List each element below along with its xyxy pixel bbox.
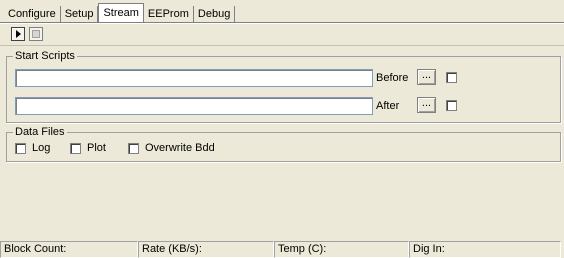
status-bar: Block Count: Rate (KB/s): Temp (C): Dig … [0,241,564,258]
stop-icon [32,30,40,38]
temp-status: Temp (C): [274,241,409,258]
overwrite-bdd-checkbox[interactable] [128,143,139,154]
after-checkbox[interactable] [446,100,457,111]
tab-debug[interactable]: Debug [194,6,236,22]
start-scripts-legend: Start Scripts [13,49,77,63]
data-files-group: Data Files Log Plot Overwrite Bdd [6,125,561,162]
block-count-status: Block Count: [0,241,138,258]
tab-setup[interactable]: Setup [61,6,99,22]
stop-stream-button[interactable] [29,27,43,41]
overwrite-bdd-label: Overwrite Bdd [145,142,215,154]
after-browse-button[interactable]: ... [417,97,436,113]
overwrite-bdd-option[interactable]: Overwrite Bdd [128,142,215,155]
plot-checkbox[interactable] [70,143,81,154]
before-browse-button[interactable]: ... [417,69,436,85]
tab-eeprom[interactable]: EEProm [144,6,194,22]
rate-status: Rate (KB/s): [138,241,274,258]
dig-in-status: Dig In: [409,241,561,258]
before-script-input[interactable] [15,69,373,87]
tab-configure[interactable]: Configure [4,6,61,22]
tab-stream[interactable]: Stream [98,3,144,22]
start-scripts-group: Start Scripts Before ... After ... [6,49,561,123]
tab-divider-highlight [0,23,564,24]
plot-option[interactable]: Plot [70,142,106,155]
after-script-input[interactable] [15,97,373,115]
before-checkbox[interactable] [446,72,457,83]
before-label: Before [376,72,409,84]
tab-bar: Configure Setup Stream EEProm Debug [4,3,236,22]
start-stream-button[interactable] [11,27,25,41]
play-icon [16,30,21,38]
log-checkbox[interactable] [15,143,26,154]
plot-label: Plot [87,142,106,154]
log-label: Log [32,142,51,154]
data-files-legend: Data Files [13,125,67,139]
log-option[interactable]: Log [15,142,50,155]
after-label: After [376,100,400,112]
toolbar-separator [0,45,564,46]
